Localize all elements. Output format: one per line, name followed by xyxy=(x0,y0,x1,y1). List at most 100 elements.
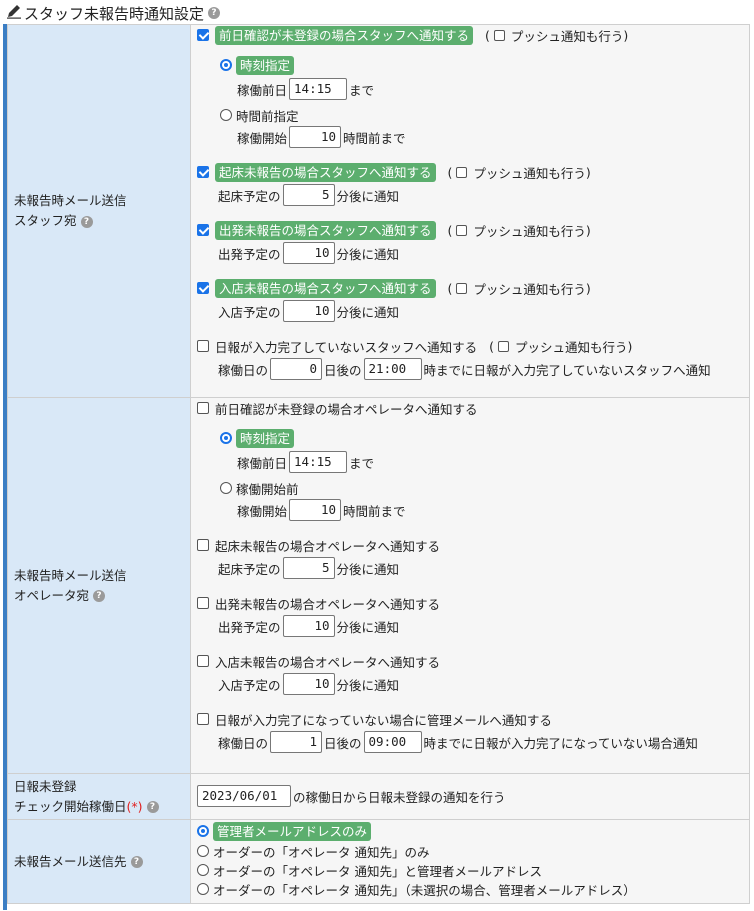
staff-row: 未報告時メール送信 スタッフ宛? 前日確認が未登録の場合スタッフへ通知する (プ… xyxy=(7,24,750,398)
push-label: プッシュ通知も行う xyxy=(473,165,586,181)
static-text: 入店予定の xyxy=(218,677,281,693)
op-daily-days-input[interactable]: 1 xyxy=(270,731,323,753)
dest-admin-only-label: 管理者メールアドレスのみ xyxy=(213,821,372,841)
op-enter-input[interactable]: 10 xyxy=(282,673,335,695)
staff-prev-hours-radio[interactable] xyxy=(220,109,232,121)
start-date-input[interactable]: 2023/06/01 xyxy=(197,785,291,807)
start-date-row: 日報未登録 チェック開始稼働日(*)? 2023/06/01 の稼働日から日報未… xyxy=(7,773,750,820)
static-text: 稼働開始 xyxy=(237,503,288,519)
staff-daily-days-input[interactable]: 0 xyxy=(270,358,323,380)
start-date-label-cell: 日報未登録 チェック開始稼働日(*)? xyxy=(7,773,191,820)
staff-wake-input[interactable]: 5 xyxy=(282,184,335,206)
staff-wake-push-checkbox[interactable] xyxy=(456,166,468,178)
op-wake-checkbox[interactable] xyxy=(197,539,209,551)
static-text: 分後に通知 xyxy=(336,677,400,693)
static-text: 出発予定の xyxy=(218,246,281,262)
static-text: 日後の xyxy=(324,362,362,378)
destination-row: 未報告メール送信先? 管理者メールアドレスのみ オーダーの「オペレータ 通知先」… xyxy=(7,819,750,904)
static-text: 時間前まで xyxy=(343,503,406,519)
pencil-icon xyxy=(6,3,22,23)
op-prev-hours-label: 稼働開始前 xyxy=(236,481,299,497)
dest-order-only-label: オーダーの「オペレータ 通知先」のみ xyxy=(213,844,430,860)
static-text: 時までに日報が入力完了していないスタッフへ通知 xyxy=(423,362,711,378)
static-text: 稼働前日 xyxy=(237,82,288,98)
settings-table: 未報告時メール送信 スタッフ宛? 前日確認が未登録の場合スタッフへ通知する (プ… xyxy=(7,24,750,904)
destination-settings: 管理者メールアドレスのみ オーダーの「オペレータ 通知先」のみ オーダーの「オペ… xyxy=(190,819,750,904)
operator-row: 未報告時メール送信 オペレータ宛? 前日確認が未登録の場合オペレータへ通知する … xyxy=(7,397,750,774)
static-text: 分後に通知 xyxy=(336,304,400,320)
op-daily-checkbox[interactable] xyxy=(197,713,209,725)
static-text: 入店予定の xyxy=(218,304,281,320)
op-wake-input[interactable]: 5 xyxy=(282,557,335,579)
dest-order-and-admin-radio[interactable] xyxy=(197,864,209,876)
op-prev-label: 前日確認が未登録の場合オペレータへ通知する xyxy=(215,401,478,417)
staff-enter-checkbox[interactable] xyxy=(197,282,209,294)
dest-order-fallback-radio[interactable] xyxy=(197,883,209,895)
staff-wake-label: 起床未報告の場合スタッフへ通知する xyxy=(215,162,436,182)
op-prev-checkbox[interactable] xyxy=(197,402,209,414)
static-text: 起床予定の xyxy=(218,561,281,577)
push-label: プッシュ通知も行う xyxy=(510,28,624,44)
static-text: 日後の xyxy=(324,735,362,751)
staff-depart-push-checkbox[interactable] xyxy=(456,224,468,236)
help-icon[interactable]: ? xyxy=(93,590,106,602)
static-text: 稼働前日 xyxy=(237,455,288,471)
operator-label-line1: 未報告時メール送信 xyxy=(14,567,127,583)
staff-label-cell: 未報告時メール送信 スタッフ宛? xyxy=(7,24,191,398)
static-text: 分後に通知 xyxy=(336,246,400,262)
push-label: プッシュ通知も行う xyxy=(473,281,586,297)
staff-enter-input[interactable]: 10 xyxy=(282,300,335,322)
op-enter-checkbox[interactable] xyxy=(197,655,209,667)
staff-depart-input[interactable]: 10 xyxy=(282,242,335,264)
staff-label-line1: 未報告時メール送信 xyxy=(14,193,127,208)
static-text: 稼働日の xyxy=(218,362,269,378)
op-daily-time-input[interactable]: 09:00 xyxy=(363,731,422,753)
start-date-label-line2: チェック開始稼働日 xyxy=(14,798,127,814)
staff-prev-hours-label: 時間前指定 xyxy=(236,108,299,124)
op-prev-hours-input[interactable]: 10 xyxy=(289,499,342,521)
start-date-label-line1: 日報未登録 xyxy=(14,778,77,794)
staff-prev-time-radio[interactable] xyxy=(220,59,232,71)
static-text: 分後に通知 xyxy=(336,561,400,577)
op-prev-time-input[interactable]: 14:15 xyxy=(289,451,348,473)
operator-label-line2: オペレータ宛 xyxy=(14,587,90,603)
static-text: 稼働開始 xyxy=(237,130,288,146)
staff-prev-time-input[interactable]: 14:15 xyxy=(289,78,348,100)
staff-prev-checkbox[interactable] xyxy=(197,29,209,41)
staff-depart-checkbox[interactable] xyxy=(197,224,209,236)
push-label: プッシュ通知も行う xyxy=(473,223,586,239)
operator-settings: 前日確認が未登録の場合オペレータへ通知する 時刻指定 稼働前日 14:15 まで… xyxy=(190,397,750,774)
staff-settings: 前日確認が未登録の場合スタッフへ通知する (プッシュ通知も行う) 時刻指定 稼働… xyxy=(190,24,750,398)
required-mark: (*) xyxy=(126,798,143,814)
static-text: 時までに日報が入力完了になっていない場合通知 xyxy=(423,735,698,751)
op-depart-checkbox[interactable] xyxy=(197,597,209,609)
dest-order-only-radio[interactable] xyxy=(197,845,209,857)
staff-wake-checkbox[interactable] xyxy=(197,166,209,178)
help-icon[interactable]: ? xyxy=(146,801,159,813)
help-icon[interactable]: ? xyxy=(130,856,143,868)
staff-daily-push-checkbox[interactable] xyxy=(498,340,510,352)
dest-order-and-admin-label: オーダーの「オペレータ 通知先」と管理者メールアドレス xyxy=(213,863,542,879)
staff-prev-hours-input[interactable]: 10 xyxy=(289,126,342,148)
static-text: 出発予定の xyxy=(218,619,281,635)
op-daily-label: 日報が入力完了になっていない場合に管理メールへ通知する xyxy=(215,712,552,728)
staff-daily-time-input[interactable]: 21:00 xyxy=(363,358,422,380)
op-prev-hours-radio[interactable] xyxy=(220,482,232,494)
static-text: 起床予定の xyxy=(218,188,281,204)
page-title: スタッフ未報告時通知設定 ? xyxy=(6,2,221,24)
staff-prev-time-label: 時刻指定 xyxy=(236,55,295,75)
staff-enter-push-checkbox[interactable] xyxy=(456,282,468,294)
destination-label-cell: 未報告メール送信先? xyxy=(7,819,191,904)
help-icon[interactable]: ? xyxy=(80,215,93,228)
staff-prev-push-checkbox[interactable] xyxy=(493,29,505,41)
staff-label-line2: スタッフ宛 xyxy=(14,213,77,228)
dest-admin-only-radio[interactable] xyxy=(197,825,209,837)
op-enter-label: 入店未報告の場合オペレータへ通知する xyxy=(215,654,441,670)
static-text: 稼働日の xyxy=(218,735,269,751)
op-prev-time-label: 時刻指定 xyxy=(236,428,295,448)
help-icon[interactable]: ? xyxy=(208,7,221,19)
staff-depart-label: 出発未報告の場合スタッフへ通知する xyxy=(215,220,436,240)
op-prev-time-radio[interactable] xyxy=(220,432,232,444)
staff-daily-checkbox[interactable] xyxy=(197,340,209,352)
op-depart-input[interactable]: 10 xyxy=(282,615,335,637)
